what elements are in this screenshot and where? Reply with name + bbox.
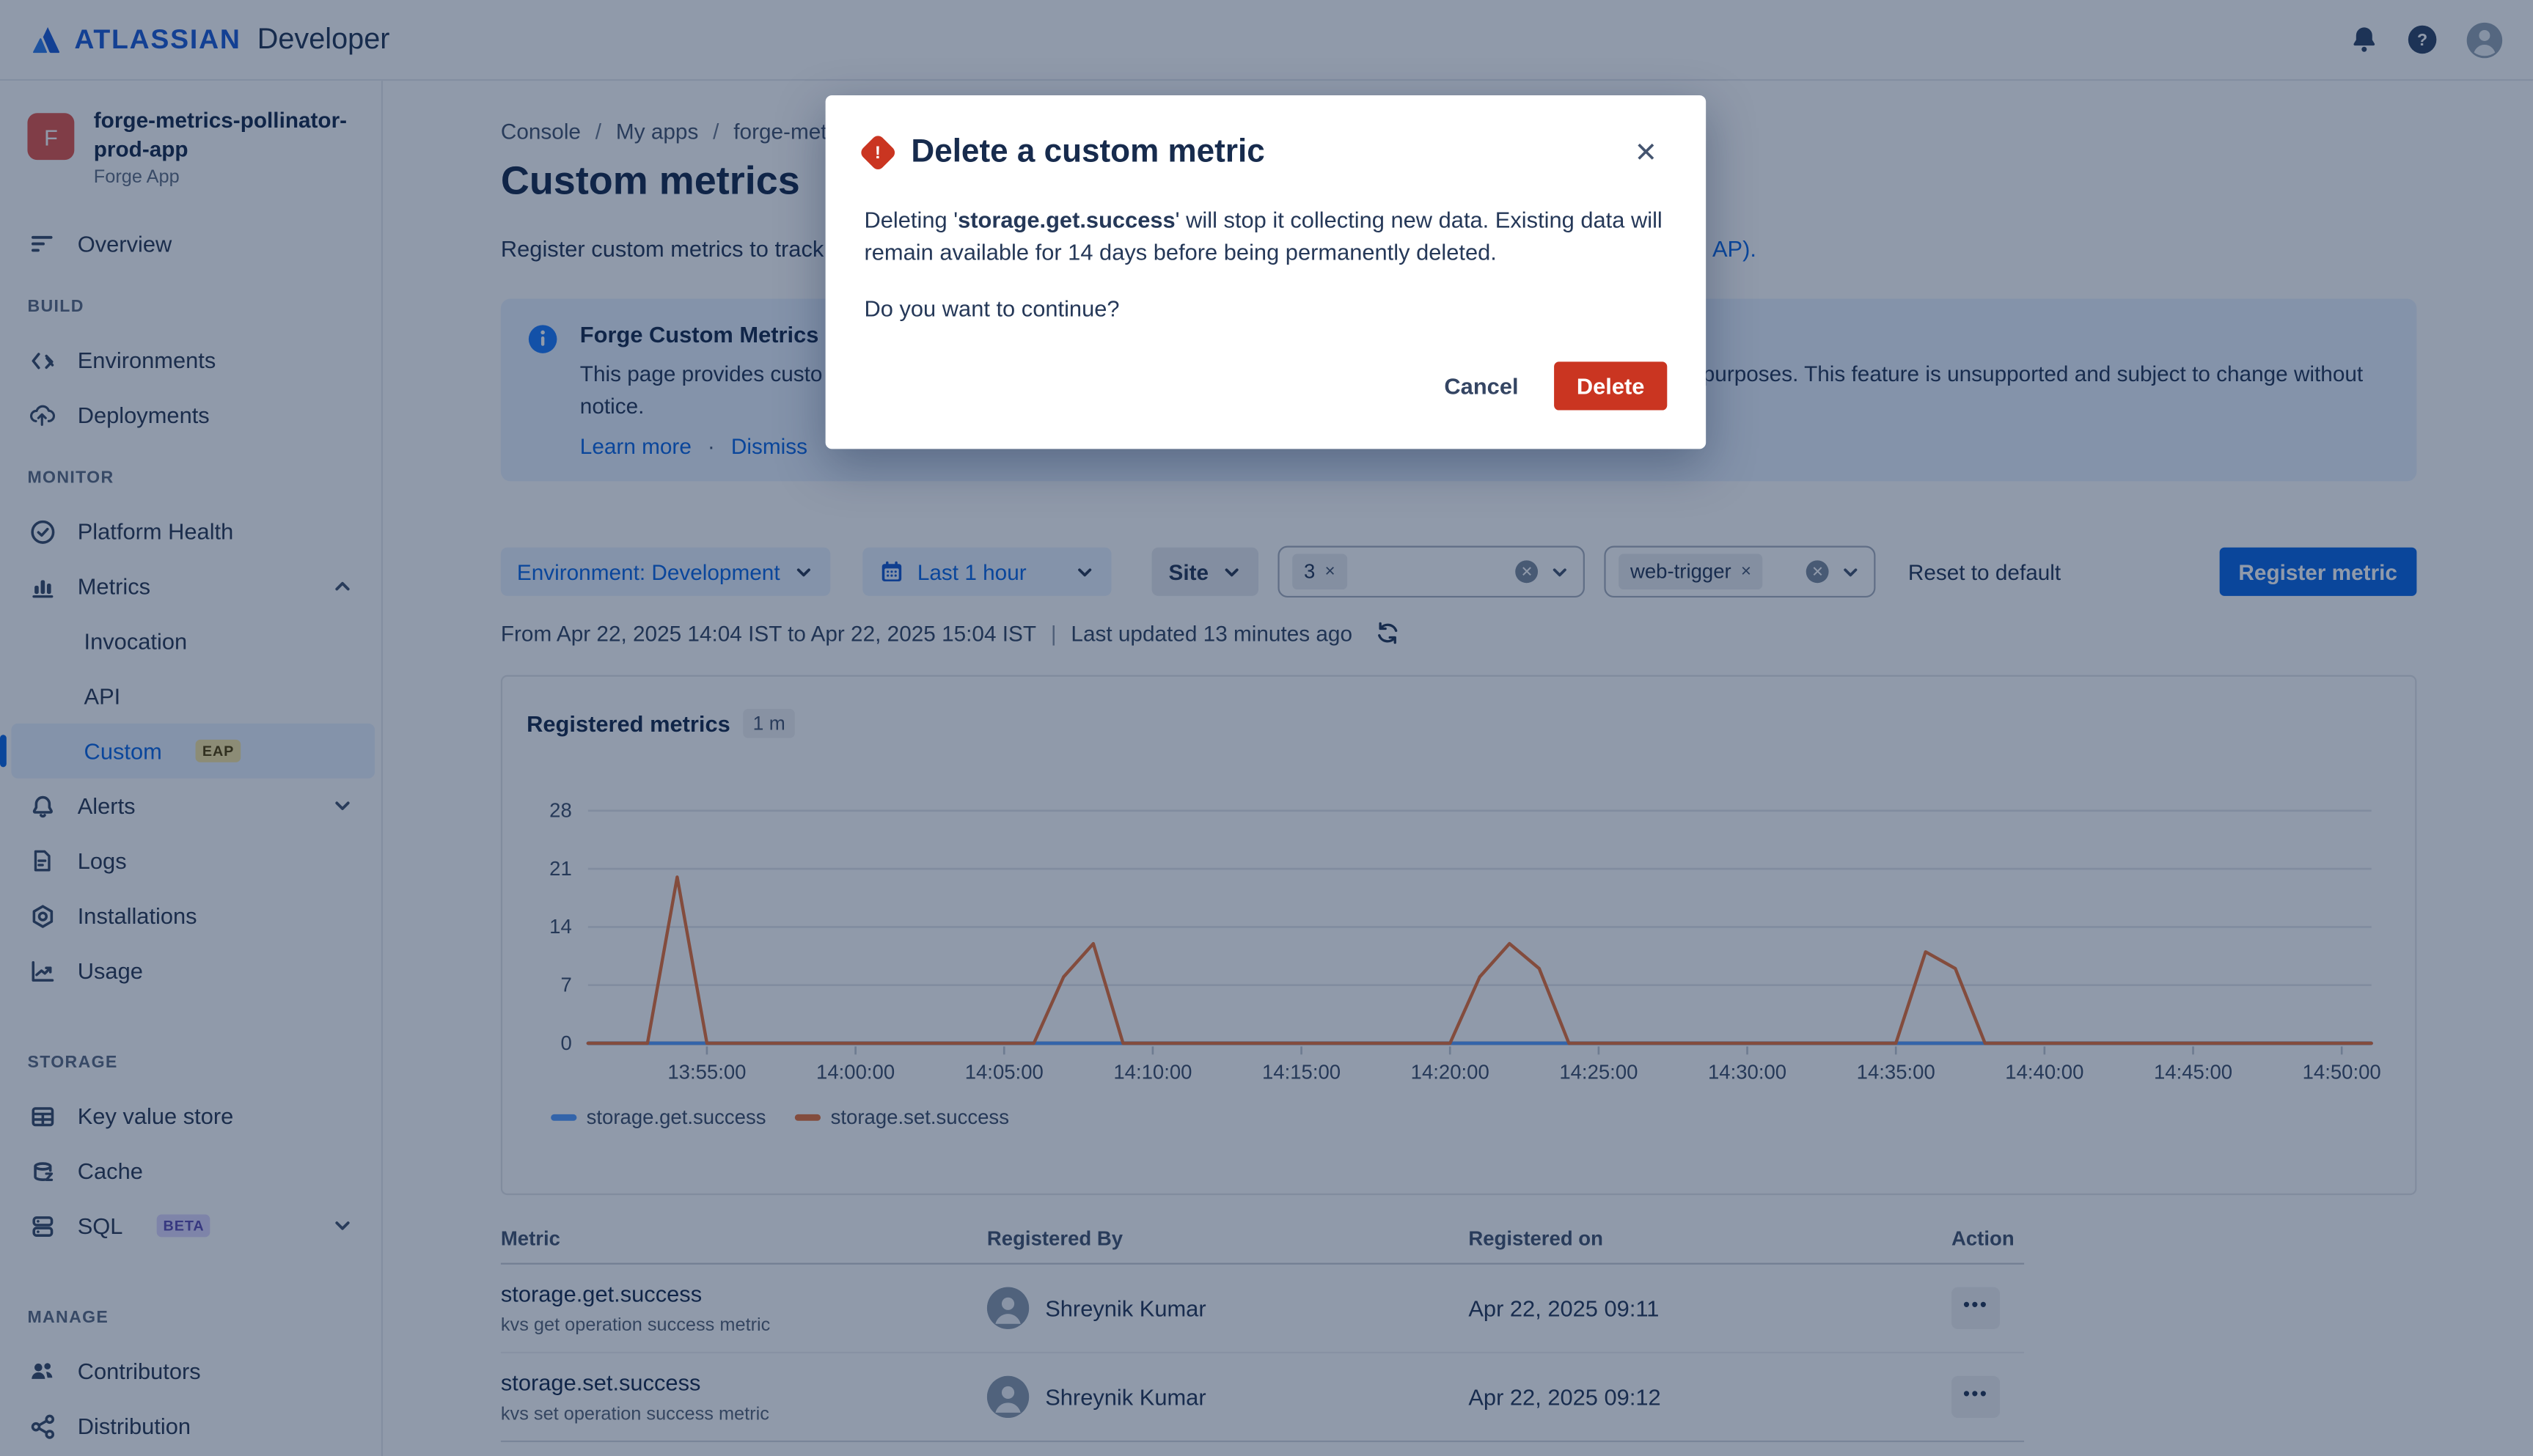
metric-name-emphasis: storage.get.success	[958, 207, 1176, 232]
modal-question: Do you want to continue?	[864, 295, 1667, 320]
modal-title: Delete a custom metric	[911, 134, 1264, 172]
close-icon[interactable]: ✕	[1624, 136, 1667, 169]
app-window: ATLASSIAN Developer ?	[0, 0, 2533, 1456]
delete-metric-modal: ! Delete a custom metric ✕ Deleting 'sto…	[826, 95, 1707, 449]
warning-icon: !	[859, 133, 898, 172]
cancel-button[interactable]: Cancel	[1425, 364, 1538, 409]
delete-button[interactable]: Delete	[1554, 361, 1667, 410]
modal-body: Deleting 'storage.get.success' will stop…	[864, 204, 1671, 269]
